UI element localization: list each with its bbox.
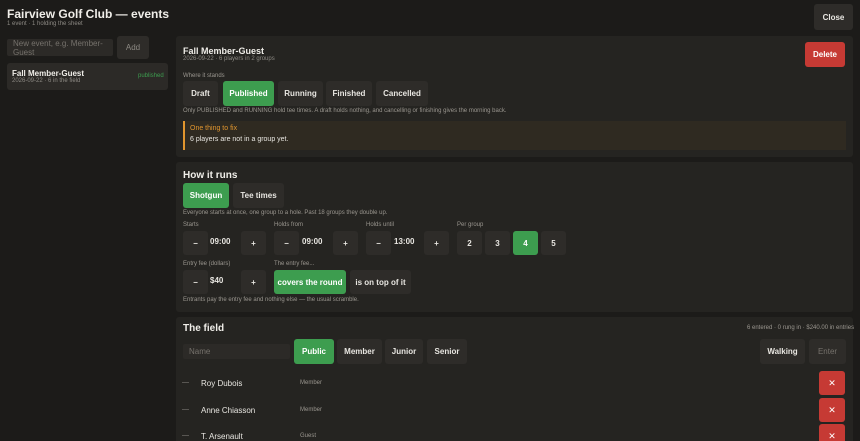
starts-plus-button[interactable]: + [241, 231, 266, 255]
tier-member-button[interactable]: Member [337, 339, 382, 364]
new-event-input[interactable]: New event, e.g. Member-Guest [7, 39, 113, 57]
starts-label: Starts [183, 222, 199, 228]
fix-callout-text: 6 players are not in a group yet. [190, 136, 289, 143]
player-row-dash: — [182, 406, 189, 413]
tier-public-button[interactable]: Public [294, 339, 334, 364]
remove-player-button[interactable]: ✕ [819, 398, 845, 422]
fix-callout: One thing to fix 6 players are not in a … [183, 121, 846, 150]
runs-title: How it runs [183, 170, 238, 181]
fix-callout-title: One thing to fix [190, 125, 238, 132]
holds-until-plus-button[interactable]: + [424, 231, 449, 255]
player-row-dash: — [182, 379, 189, 386]
player-tier: Member [300, 380, 323, 386]
event-title: Fall Member-Guest [183, 46, 265, 56]
event-meta: 2026-09-22 · 6 players in 2 groups [183, 56, 275, 62]
holds-from-label: Holds from [274, 222, 304, 228]
per-group-2-button[interactable]: 2 [457, 231, 482, 255]
enter-player-button[interactable]: Enter [809, 339, 846, 364]
field-panel: The field 6 entered · 0 rung in · $240.0… [176, 317, 855, 441]
player-name: Anne Chiasson [201, 406, 256, 415]
tier-junior-button[interactable]: Junior [385, 339, 423, 364]
remove-player-button[interactable]: ✕ [819, 424, 845, 441]
player-name: T. Arsenault [201, 432, 243, 441]
per-group-4-button[interactable]: 4 [513, 231, 538, 255]
mode-note: Everyone starts at once, one group to a … [183, 210, 388, 216]
walking-toggle-button[interactable]: Walking [760, 339, 805, 364]
per-group-3-button[interactable]: 3 [485, 231, 510, 255]
close-button[interactable]: Close [814, 4, 853, 30]
player-tier: Guest [300, 433, 317, 439]
event-panel: Fall Member-Guest 2026-09-22 · 6 players… [176, 36, 853, 157]
starts-minus-button[interactable]: − [183, 231, 208, 255]
state-running-button[interactable]: Running [278, 81, 323, 106]
holds-until-value: 13:00 [394, 237, 415, 246]
event-list-item-meta: 2026-09-22 · 6 in the field [12, 78, 81, 84]
fee-value: $40 [210, 276, 224, 285]
event-list-item-name: Fall Member-Guest [12, 69, 85, 78]
fee-minus-button[interactable]: − [183, 270, 208, 294]
event-status-badge: published [138, 73, 164, 79]
event-list-item[interactable]: Fall Member-Guest 2026-09-22 · 6 in the … [7, 63, 168, 90]
delete-event-button[interactable]: Delete [805, 42, 845, 67]
remove-player-button[interactable]: ✕ [819, 371, 845, 395]
fee-label: Entry fee (dollars) [183, 261, 231, 267]
add-event-button[interactable]: Add [117, 36, 149, 59]
stands-label: Where it stands [183, 73, 225, 79]
state-finished-button[interactable]: Finished [326, 81, 372, 106]
page-subtitle: 1 event · 1 holding the sheet [7, 21, 83, 27]
player-row-dash: — [182, 432, 189, 439]
field-title: The field [183, 323, 225, 334]
fee-plus-button[interactable]: + [241, 270, 266, 294]
player-name-input[interactable]: Name [183, 344, 290, 359]
state-draft-button[interactable]: Draft [183, 81, 218, 106]
player-name: Roy Dubois [201, 379, 243, 388]
fee-mode-label: The entry fee... [274, 261, 315, 267]
holds-from-minus-button[interactable]: − [274, 231, 299, 255]
fee-note: Entrants pay the entry fee and nothing e… [183, 297, 359, 303]
holds-from-plus-button[interactable]: + [333, 231, 358, 255]
per-group-5-button[interactable]: 5 [541, 231, 566, 255]
field-summary: 6 entered · 0 rung in · $240.00 in entri… [747, 325, 855, 331]
states-note: Only PUBLISHED and RUNNING hold tee time… [183, 108, 507, 114]
state-published-button[interactable]: Published [223, 81, 274, 106]
runs-panel: How it runs Shotgun Tee times Everyone s… [176, 162, 853, 312]
page-title: Fairview Golf Club — events [7, 7, 170, 21]
fee-on-top-button[interactable]: is on top of it [350, 270, 411, 294]
per-group-label: Per group [457, 222, 484, 228]
holds-from-value: 09:00 [302, 237, 323, 246]
tier-senior-button[interactable]: Senior [427, 339, 467, 364]
player-tier: Member [300, 407, 323, 413]
starts-value: 09:00 [210, 237, 231, 246]
holds-until-minus-button[interactable]: − [366, 231, 391, 255]
holds-until-label: Holds until [366, 222, 395, 228]
mode-tee-times-button[interactable]: Tee times [233, 183, 284, 208]
state-cancelled-button[interactable]: Cancelled [376, 81, 428, 106]
mode-shotgun-button[interactable]: Shotgun [183, 183, 229, 208]
fee-covers-round-button[interactable]: covers the round [274, 270, 346, 294]
